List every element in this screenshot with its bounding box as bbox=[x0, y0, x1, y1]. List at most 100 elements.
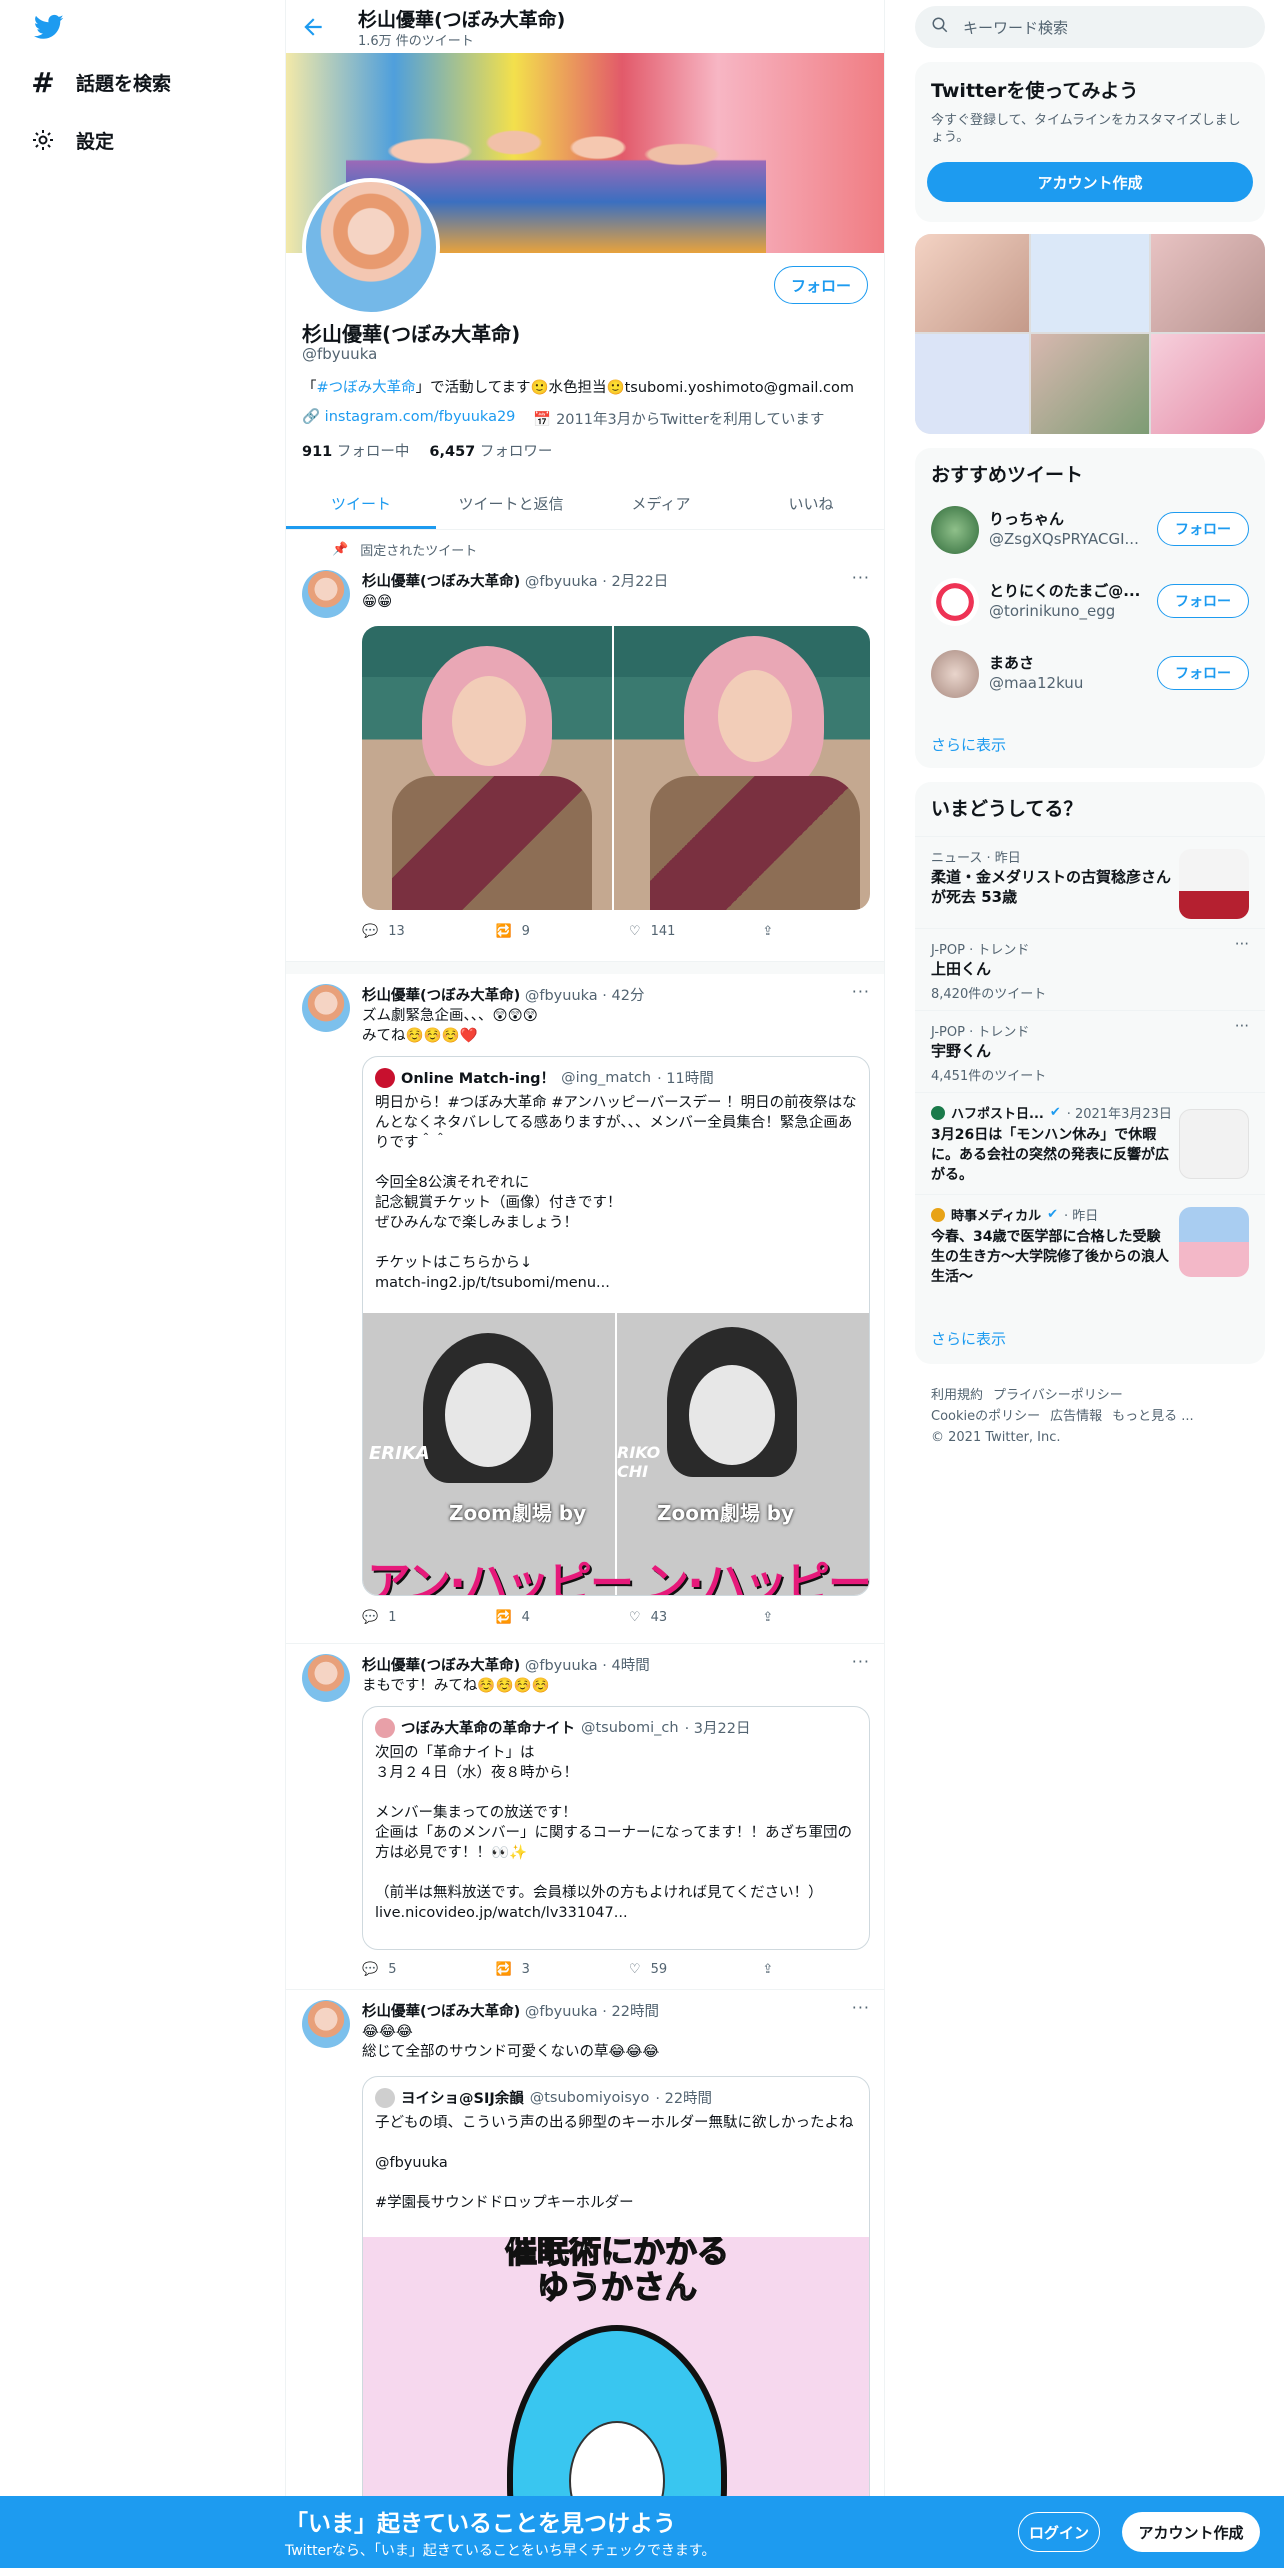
like-button[interactable]: ♡ 43 bbox=[629, 1610, 762, 1625]
quoted-tweet[interactable]: Online Match-ing！ @ing_match · 11時間 明日から… bbox=[362, 1056, 870, 1596]
trend-item[interactable]: 時事メディカル ✔ · 昨日 今春、34歳で医学部に合格した受験生の生き方～大学… bbox=[915, 1194, 1265, 1304]
reply-button[interactable]: 💬 5 bbox=[362, 1962, 495, 1977]
tweet-author-name[interactable]: 杉山優華(つぼみ大革命) bbox=[362, 2004, 520, 2020]
quote-photo-caption-2: Zoom劇場 by bbox=[657, 1501, 795, 1525]
media-thumb[interactable] bbox=[1031, 334, 1149, 434]
retweet-button[interactable]: 🔁 4 bbox=[495, 1610, 628, 1625]
media-thumb[interactable] bbox=[915, 234, 1029, 332]
trend-item[interactable]: ハフポスト日... ✔ · 2021年3月23日 3月26日は「モンハン休み」で… bbox=[915, 1092, 1265, 1194]
retweet-button[interactable]: 🔁 3 bbox=[495, 1962, 628, 1977]
tweet-photo-1[interactable] bbox=[362, 626, 612, 910]
tweet-author-name[interactable]: 杉山優華(つぼみ大革命) bbox=[362, 574, 520, 590]
share-icon: ⇪ bbox=[762, 1610, 774, 1625]
tweet-time[interactable]: · 4時間 bbox=[602, 1658, 649, 1674]
user-handle: @maa12kuu bbox=[989, 674, 1084, 692]
banner-title: 「いま」起きていることを見つけよう bbox=[285, 2511, 676, 2537]
nav-explore[interactable]: # 話題を検索 bbox=[28, 58, 171, 106]
more-icon[interactable]: ··· bbox=[852, 982, 870, 1001]
tweet-avatar[interactable] bbox=[302, 570, 350, 618]
follow-button[interactable]: フォロー bbox=[1157, 656, 1249, 690]
retweet-button[interactable]: 🔁 9 bbox=[495, 924, 628, 939]
website-link[interactable]: instagram.com/fbyuuka29 bbox=[325, 409, 516, 425]
follow-button[interactable]: フォロー bbox=[1157, 584, 1249, 618]
tweet-author-handle[interactable]: @fbyuuka bbox=[525, 574, 598, 590]
tab-media[interactable]: メディア bbox=[586, 477, 736, 529]
share-button[interactable]: ⇪ bbox=[762, 924, 792, 939]
trend-count: 4,451件のツイート bbox=[931, 1069, 1047, 1084]
tweet-item[interactable]: 杉山優華(つぼみ大革命) @fbyuuka · 4時間 ··· まもです！みてね… bbox=[286, 1644, 884, 1990]
back-arrow-icon[interactable] bbox=[300, 14, 326, 40]
more-icon[interactable]: ··· bbox=[852, 1652, 870, 1671]
recommend-user[interactable]: まあさ @maa12kuu フォロー bbox=[915, 638, 1265, 710]
more-icon[interactable]: ··· bbox=[852, 568, 870, 587]
trend-count: 8,420件のツイート bbox=[931, 987, 1047, 1002]
follow-button[interactable]: フォロー bbox=[774, 266, 868, 304]
profile-timeline: 杉山優華(つぼみ大革命) 1.6万 件のツイート フォロー 杉山優華(つぼみ大革… bbox=[285, 0, 885, 2568]
media-thumb[interactable] bbox=[915, 334, 1029, 434]
tweet-author-handle[interactable]: @fbyuuka bbox=[525, 2004, 598, 2020]
show-more-link[interactable]: さらに表示 bbox=[931, 1328, 1006, 1349]
retweet-count: 9 bbox=[521, 924, 530, 939]
user-avatar[interactable] bbox=[931, 650, 979, 698]
tab-tweets[interactable]: ツイート bbox=[286, 477, 436, 529]
tweet-avatar[interactable] bbox=[302, 1654, 350, 1702]
create-account-button[interactable]: アカウント作成 bbox=[927, 162, 1253, 202]
more-icon[interactable]: ··· bbox=[852, 1998, 870, 2017]
tab-likes[interactable]: いいね bbox=[736, 477, 884, 529]
trend-item[interactable]: J-POP · トレンド 上田くん 8,420件のツイート ··· bbox=[915, 928, 1265, 1010]
media-thumb[interactable] bbox=[1151, 334, 1265, 434]
tweet-author-name[interactable]: 杉山優華(つぼみ大革命) bbox=[362, 1658, 520, 1674]
bio-hashtag-link[interactable]: #つぼみ大革命 bbox=[317, 380, 416, 396]
media-thumb[interactable] bbox=[1031, 234, 1149, 332]
tweet-author-handle[interactable]: @fbyuuka bbox=[525, 1658, 598, 1674]
reply-button[interactable]: 💬 1 bbox=[362, 1610, 495, 1625]
nav-settings[interactable]: 設定 bbox=[28, 116, 114, 164]
share-button[interactable]: ⇪ bbox=[762, 1610, 792, 1625]
reply-button[interactable]: 💬 13 bbox=[362, 924, 495, 939]
tweet-time[interactable]: · 22時間 bbox=[602, 2004, 659, 2020]
footer-link-privacy[interactable]: プライバシーポリシー bbox=[993, 1388, 1123, 1403]
tweet-avatar[interactable] bbox=[302, 984, 350, 1032]
tweet-time[interactable]: · 42分 bbox=[602, 988, 644, 1004]
trend-item[interactable]: J-POP · トレンド 宇野くん 4,451件のツイート ··· bbox=[915, 1010, 1265, 1092]
tweet-avatar[interactable] bbox=[302, 2000, 350, 2048]
heart-icon: ♡ bbox=[628, 924, 641, 939]
tweet-item[interactable]: 杉山優華(つぼみ大革命) @fbyuuka · 42分 ··· ズム劇緊急企画、… bbox=[286, 974, 884, 1644]
media-thumb[interactable] bbox=[1151, 234, 1265, 332]
tweet-photo-2[interactable] bbox=[614, 626, 870, 910]
footer-link-more[interactable]: もっと見る ... bbox=[1112, 1409, 1194, 1424]
twitter-logo-icon[interactable] bbox=[32, 12, 66, 42]
tweet-item[interactable]: 杉山優華(つぼみ大革命) @fbyuuka · 22時間 ··· 😂😂😂 総じて… bbox=[286, 1990, 884, 2568]
following-link[interactable]: 911 フォロー中 bbox=[302, 440, 409, 461]
share-button[interactable]: ⇪ bbox=[762, 1962, 792, 1977]
quoted-tweet[interactable]: つぼみ大革命の革命ナイト @tsubomi_ch · 3月22日 次回の「革命ナ… bbox=[362, 1706, 870, 1950]
tweet-author-name[interactable]: 杉山優華(つぼみ大革命) bbox=[362, 988, 520, 1004]
search-input[interactable]: キーワード検索 bbox=[915, 6, 1265, 48]
like-button[interactable]: ♡ 59 bbox=[629, 1962, 762, 1977]
footer-link-ads[interactable]: 広告情報 bbox=[1050, 1409, 1102, 1424]
tab-tweets-replies[interactable]: ツイートと返信 bbox=[436, 477, 586, 529]
show-more-link[interactable]: さらに表示 bbox=[931, 734, 1006, 755]
follow-button[interactable]: フォロー bbox=[1157, 512, 1249, 546]
quoted-tweet[interactable]: ヨイショ@SIJ余韻 @tsubomiyoisyo · 22時間 子どもの頃、こ… bbox=[362, 2076, 870, 2568]
recommend-user[interactable]: とりにくのたまご@... @torinikuno_egg フォロー bbox=[915, 566, 1265, 638]
profile-avatar[interactable] bbox=[302, 178, 440, 316]
user-avatar[interactable] bbox=[931, 506, 979, 554]
footer-link-cookie[interactable]: Cookieのポリシー bbox=[931, 1409, 1040, 1424]
recommend-user[interactable]: りっちゃん @ZsgXQsPRYACGI... フォロー bbox=[915, 494, 1265, 566]
like-button[interactable]: ♡ 141 bbox=[629, 924, 762, 939]
signup-card: Twitterを使ってみよう 今すぐ登録して、タイムラインをカスタマイズしましょ… bbox=[915, 62, 1265, 222]
more-icon[interactable]: ··· bbox=[1235, 935, 1249, 953]
user-avatar[interactable] bbox=[931, 578, 979, 626]
trend-item[interactable]: ニュース · 昨日 柔道・金メダリストの古賀稔彦さんが死去 53歳 bbox=[915, 836, 1265, 928]
reply-count: 5 bbox=[388, 1962, 397, 1977]
tweet-author-handle[interactable]: @fbyuuka bbox=[525, 988, 598, 1004]
followers-link[interactable]: 6,457 フォロワー bbox=[429, 440, 552, 461]
more-icon[interactable]: ··· bbox=[1235, 1017, 1249, 1035]
quote-author-handle: @ing_match bbox=[561, 1069, 652, 1086]
tweet-time[interactable]: · 2月22日 bbox=[602, 574, 668, 590]
tweet-pinned[interactable]: 📌 固定されたツイート 杉山優華(つぼみ大革命) @fbyuuka · 2月22… bbox=[286, 530, 884, 962]
login-button[interactable]: ログイン bbox=[1018, 2512, 1100, 2552]
footer-link-terms[interactable]: 利用規約 bbox=[931, 1388, 983, 1403]
signup-button[interactable]: アカウント作成 bbox=[1122, 2512, 1260, 2552]
